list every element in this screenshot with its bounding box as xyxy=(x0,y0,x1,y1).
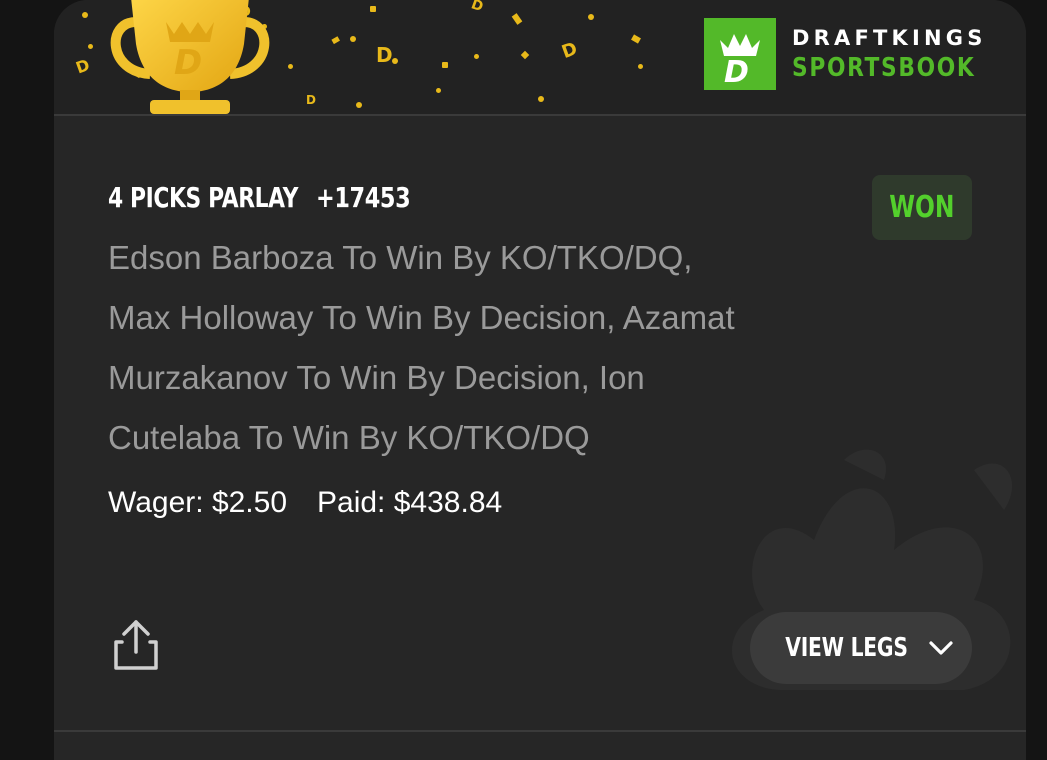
bet-header: 4 PICKS PARLAY +17453 xyxy=(108,181,434,214)
svg-text:D: D xyxy=(174,43,202,83)
brand-subtitle: SPORTSBOOK xyxy=(792,52,976,83)
status-text: WON xyxy=(889,190,955,225)
bet-odds: +17453 xyxy=(315,181,411,214)
leg-line: Max Holloway To Win By Decision, Azamat xyxy=(108,299,735,336)
brand-name: DRAFTKINGS xyxy=(792,25,987,50)
draftkings-crown-d-icon: D xyxy=(704,18,776,90)
view-legs-button[interactable]: VIEW LEGS xyxy=(750,612,972,684)
background-crown-watermark xyxy=(731,449,1013,690)
svg-text:D: D xyxy=(469,0,485,15)
svg-text:D: D xyxy=(73,55,92,77)
share-icon[interactable] xyxy=(112,618,160,672)
bet-legs-description: Edson Barboza To Win By KO/TKO/DQ, Max H… xyxy=(108,228,828,468)
svg-text:D: D xyxy=(306,93,316,107)
wager-paid-row: Wager: $2.50 Paid: $438.84 xyxy=(108,486,502,520)
divider xyxy=(54,730,1026,732)
gold-trophy-icon: D xyxy=(110,0,270,114)
status-badge: WON xyxy=(872,175,972,240)
leg-line: Edson Barboza To Win By KO/TKO/DQ, xyxy=(108,239,693,276)
view-legs-label: VIEW LEGS xyxy=(784,633,908,663)
leg-line: Cutelaba To Win By KO/TKO/DQ xyxy=(108,419,590,456)
paid-value: $438.84 xyxy=(393,486,503,519)
svg-text:D: D xyxy=(559,38,580,63)
wager-value: $2.50 xyxy=(211,486,288,519)
bet-type-label: 4 PICKS PARLAY xyxy=(108,181,299,214)
svg-text:D: D xyxy=(376,43,393,67)
draftkings-sportsbook-logo: D DRAFTKINGS SPORTSBOOK xyxy=(704,18,989,90)
paid-label: Paid: xyxy=(317,486,386,519)
bet-card: D D D D D D D DRAFTKINGS SPORTSBOOK 4 PI… xyxy=(54,0,1026,760)
leg-line: Murzakanov To Win By Decision, Ion xyxy=(108,359,645,396)
chevron-down-icon xyxy=(929,641,954,655)
svg-text:D: D xyxy=(724,55,749,90)
wager-label: Wager: xyxy=(108,486,204,519)
card-header: D D D D D D D DRAFTKINGS SPORTSBOOK xyxy=(54,0,1026,116)
